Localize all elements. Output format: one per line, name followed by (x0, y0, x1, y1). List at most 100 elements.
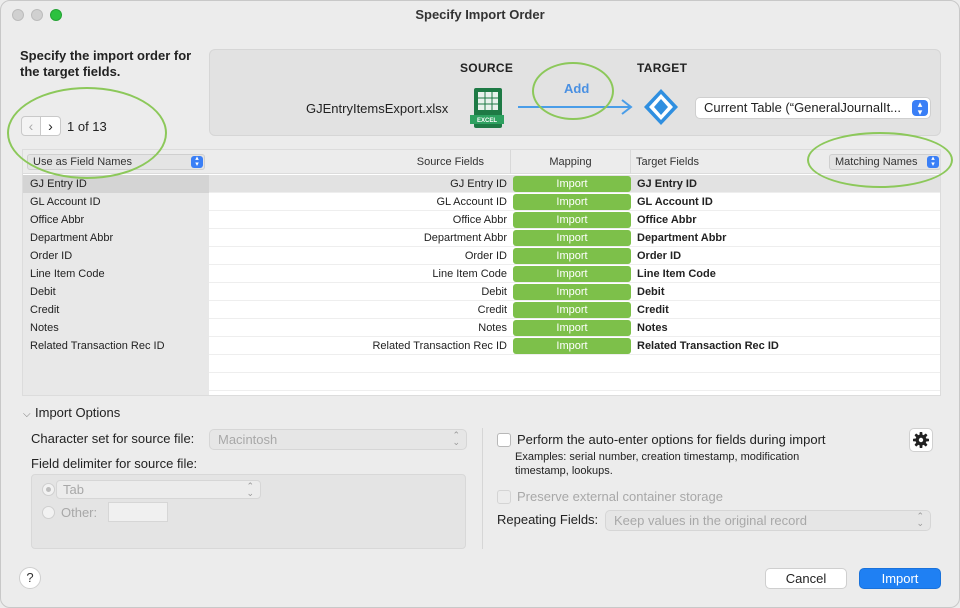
arrow-right-icon (518, 99, 633, 115)
minimize-window-button[interactable] (31, 9, 43, 21)
import-order-dialog: Specify Import Order Specify the import … (0, 0, 960, 608)
row-source-field: Credit (477, 304, 507, 316)
table-row[interactable]: Order ID Order ID Import Order ID (23, 247, 940, 265)
gear-button[interactable] (909, 428, 933, 452)
chevron-left-icon: ‹ (28, 118, 34, 134)
cancel-button[interactable]: Cancel (765, 568, 847, 589)
row-target-field: Related Transaction Rec ID (637, 340, 779, 352)
row-left-cell: Credit (23, 301, 209, 319)
preserve-container-checkbox[interactable] (497, 490, 511, 504)
table-row[interactable]: GJ Entry ID GJ Entry ID Import GJ Entry … (23, 175, 940, 193)
charset-select[interactable]: Macintosh ⌃ ⌄ (209, 429, 467, 450)
source-file-name: GJEntryItemsExport.xlsx (306, 101, 449, 116)
row-source-field: Order ID (464, 250, 507, 262)
record-counter: 1 of 13 (67, 118, 107, 134)
row-target-field: Department Abbr (637, 232, 727, 244)
delimiter-label: Field delimiter for source file: (31, 456, 198, 471)
source-label: SOURCE (460, 61, 514, 75)
repeating-fields-select[interactable]: Keep values in the original record ⌃ ⌄ (605, 510, 931, 531)
close-window-button[interactable] (12, 9, 24, 21)
next-record-button[interactable]: › (41, 116, 61, 136)
row-source-field: Line Item Code (432, 268, 507, 280)
excel-icon: EXCEL (470, 88, 504, 128)
tab-value: Tab (63, 482, 84, 497)
row-mapping-toggle[interactable]: Import (513, 338, 631, 354)
row-mapping-toggle[interactable]: Import (513, 230, 631, 246)
charset-label: Character set for source file: (31, 431, 195, 446)
column-header-mapping: Mapping (511, 150, 631, 174)
other-delimiter-input[interactable] (108, 502, 168, 522)
select-arrows-icon: ⌃ ⌄ (916, 511, 924, 528)
field-mapping-table: Use as Field Names ▴ ▾ Source Fields Mapp… (22, 149, 941, 396)
use-as-field-names-select[interactable]: Use as Field Names ▴ ▾ (27, 154, 205, 170)
table-row[interactable]: Office Abbr Office Abbr Import Office Ab… (23, 211, 940, 229)
row-mapping-toggle[interactable]: Import (513, 212, 631, 228)
matching-names-select[interactable]: Matching Names ▴ ▾ (829, 154, 940, 170)
row-source-field: GL Account ID (436, 196, 507, 208)
tab-radio[interactable] (42, 483, 55, 496)
table-row[interactable]: Credit Credit Import Credit (23, 301, 940, 319)
row-source-field: Notes (478, 322, 507, 334)
table-row[interactable]: Department Abbr Department Abbr Import D… (23, 229, 940, 247)
table-row[interactable]: Related Transaction Rec ID Related Trans… (23, 337, 940, 355)
table-row[interactable]: Line Item Code Line Item Code Import Lin… (23, 265, 940, 283)
delimiter-group: Tab ⌃ ⌄ Other: (31, 474, 466, 549)
import-button[interactable]: Import (859, 568, 941, 589)
row-source-field: Office Abbr (452, 214, 507, 226)
table-rows: GJ Entry ID GJ Entry ID Import GJ Entry … (23, 175, 940, 395)
row-target-field: GJ Entry ID (637, 178, 697, 190)
window-title: Specify Import Order (415, 7, 545, 22)
chevron-down-icon: ⌵ (23, 409, 31, 420)
source-target-panel: SOURCE TARGET GJEntryItemsExport.xlsx EX… (209, 49, 941, 136)
select-arrows-icon: ▴ ▾ (927, 155, 939, 168)
row-left-cell: Line Item Code (23, 265, 209, 283)
add-button[interactable]: Add (564, 81, 589, 96)
help-button[interactable]: ? (19, 567, 41, 589)
row-left-cell: GJ Entry ID (23, 175, 209, 193)
import-options-toggle[interactable]: ⌵ Import Options (23, 405, 120, 420)
row-left-cell: Order ID (23, 247, 209, 265)
row-left-cell: Department Abbr (23, 229, 209, 247)
table-row[interactable]: GL Account ID GL Account ID Import GL Ac… (23, 193, 940, 211)
row-target-field: Order ID (637, 250, 682, 262)
row-left-cell: Office Abbr (23, 211, 209, 229)
row-mapping-toggle[interactable]: Import (513, 194, 631, 210)
other-label: Other: (61, 505, 98, 520)
target-table-select[interactable]: Current Table (“GeneralJournalIt... ▴ ▾ (695, 97, 931, 119)
table-row[interactable]: Debit Debit Import Debit (23, 283, 940, 301)
instructions-text: Specify the import order for the target … (20, 48, 192, 79)
prev-record-button[interactable]: ‹ (21, 116, 41, 136)
charset-value: Macintosh (218, 432, 278, 447)
auto-enter-checkbox[interactable] (497, 433, 511, 447)
zoom-window-button[interactable] (50, 9, 62, 21)
row-mapping-toggle[interactable]: Import (513, 248, 631, 264)
auto-enter-label: Perform the auto-enter options for field… (517, 432, 826, 447)
row-mapping-toggle[interactable]: Import (513, 284, 631, 300)
chevron-right-icon: › (48, 118, 53, 134)
row-left-cell: Related Transaction Rec ID (23, 337, 209, 355)
matching-names-value: Matching Names (835, 156, 918, 168)
row-left-cell (23, 355, 209, 373)
row-target-field: Credit (637, 304, 669, 316)
select-arrows-icon: ⌃ ⌄ (452, 430, 460, 447)
row-source-field: Related Transaction Rec ID (372, 340, 507, 352)
table-row[interactable]: Notes Notes Import Notes (23, 319, 940, 337)
import-options-label: Import Options (35, 405, 121, 420)
target-table-value: Current Table (“GeneralJournalIt... (704, 100, 902, 115)
preserve-container-label: Preserve external container storage (517, 489, 723, 504)
row-mapping-toggle[interactable]: Import (513, 176, 631, 192)
row-mapping-toggle[interactable]: Import (513, 302, 631, 318)
column-header-target: Target Fields (636, 156, 699, 168)
row-mapping-toggle[interactable]: Import (513, 266, 631, 282)
tab-select[interactable]: Tab ⌃ ⌄ (56, 480, 261, 499)
row-left-cell (23, 373, 209, 391)
select-arrows-icon: ▴ ▾ (912, 100, 928, 117)
row-mapping-toggle[interactable]: Import (513, 320, 631, 336)
row-left-cell (23, 391, 209, 395)
column-header-source: Source Fields (209, 150, 511, 174)
row-source-field: Debit (481, 286, 507, 298)
other-radio[interactable] (42, 506, 55, 519)
row-left-cell: GL Account ID (23, 193, 209, 211)
auto-enter-examples: Examples: serial number, creation timest… (515, 451, 800, 477)
row-source-field: Department Abbr (423, 232, 507, 244)
